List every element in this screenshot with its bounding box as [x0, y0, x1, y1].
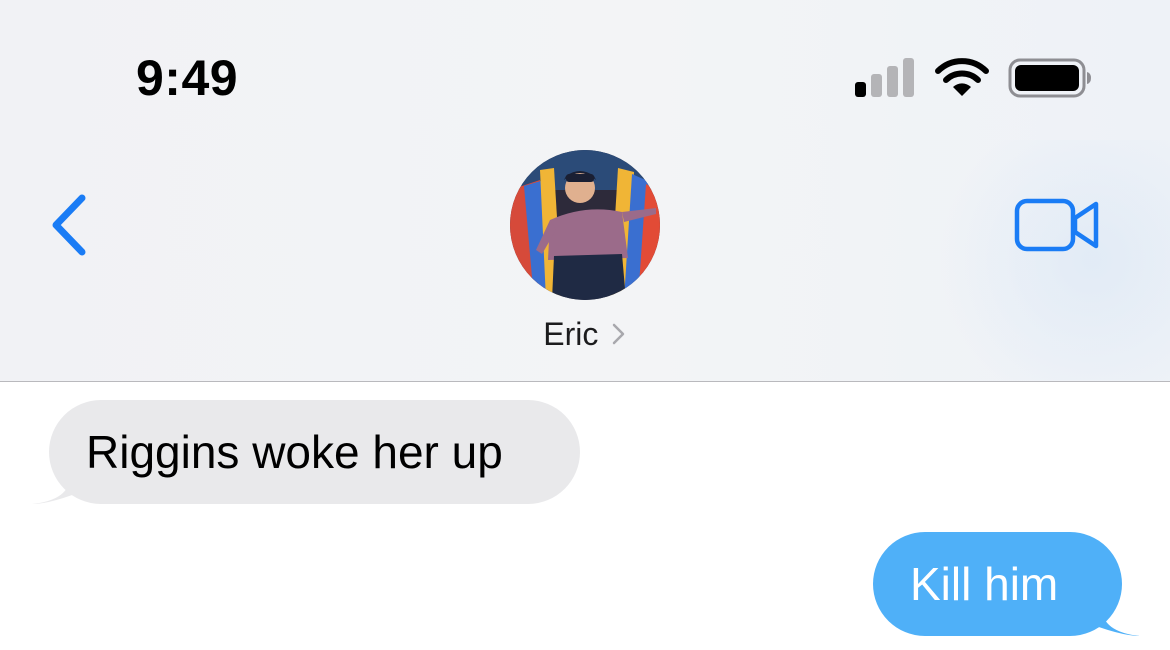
wifi-icon: [935, 58, 989, 96]
battery-icon: [1008, 58, 1091, 98]
message-text: Kill him: [910, 558, 1059, 610]
message-text: Riggins woke her up: [86, 426, 503, 478]
status-time: 9:49: [136, 50, 239, 106]
outgoing-message-bubble: Kill him: [873, 532, 1122, 636]
chevron-left-icon: [52, 194, 86, 256]
cellular-signal-icon: [855, 58, 914, 97]
conversation-header: 9:49 Eric: [0, 0, 1170, 382]
incoming-message-bubble: Riggins woke her up: [49, 400, 580, 504]
facetime-video-button[interactable]: [1014, 196, 1102, 254]
back-button[interactable]: [40, 190, 96, 262]
contact-name: Eric: [543, 316, 599, 352]
contact-details-link[interactable]: Eric: [0, 312, 1170, 356]
messages-screen: 9:49 Eric Riggins woke her up Kill him: [0, 0, 1170, 650]
contact-photo: [510, 150, 660, 300]
chevron-right-icon: [612, 323, 625, 345]
contact-avatar[interactable]: [510, 150, 660, 300]
